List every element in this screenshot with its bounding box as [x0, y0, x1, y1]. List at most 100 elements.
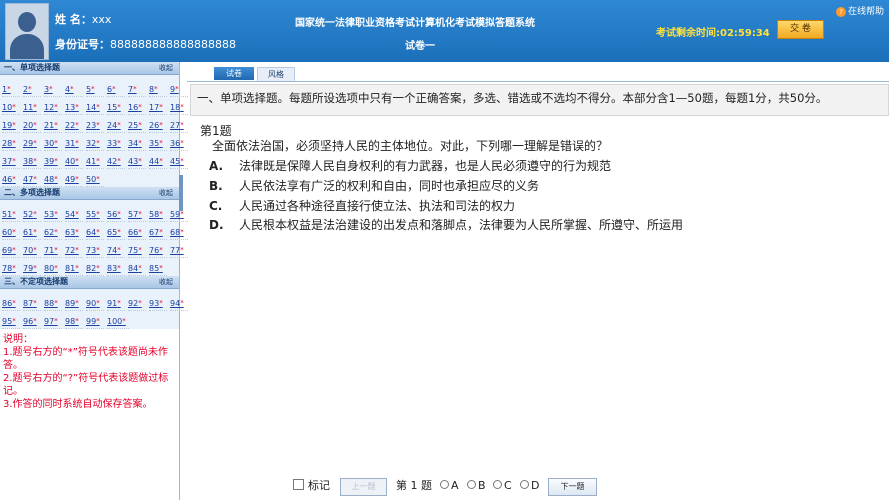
section-title: 二、多项选择题: [4, 188, 60, 197]
question-link[interactable]: 50*: [86, 173, 104, 187]
checkbox-icon: [293, 479, 304, 490]
unanswered-marker: *: [180, 299, 184, 307]
question-number-link: 97: [44, 317, 55, 326]
prev-question-button[interactable]: 上一题: [340, 478, 387, 496]
question-number-link: 66: [128, 228, 139, 237]
unanswered-marker: *: [96, 157, 100, 165]
question-link[interactable]: 94*: [170, 297, 188, 311]
option-c[interactable]: C. 人民通过各种途径直接行使立法、执法和司法的权力: [209, 197, 515, 214]
tab-style[interactable]: 风格: [257, 67, 295, 81]
choice-label: D: [531, 479, 540, 492]
question-link[interactable]: 99*: [86, 315, 104, 329]
help-link[interactable]: ? 在线帮助: [836, 4, 884, 17]
unanswered-marker: *: [33, 121, 37, 129]
choice-radio-b[interactable]: B: [467, 477, 486, 495]
question-link[interactable]: 49*: [65, 173, 83, 187]
choice-radio-a[interactable]: A: [440, 477, 459, 495]
mark-checkbox[interactable]: 标记: [293, 477, 330, 495]
question-link[interactable]: 44*: [149, 155, 167, 169]
question-link[interactable]: 98*: [65, 315, 83, 329]
unanswered-marker: *: [159, 103, 163, 111]
question-grid: 86* 87* 88* 89* 90* 91* 92* 93* 94* 95* 96* 97* 98* 9…: [0, 289, 188, 329]
question-link[interactable]: 96*: [23, 315, 41, 329]
unanswered-marker: *: [180, 157, 184, 165]
unanswered-marker: *: [33, 157, 37, 165]
question-number-link: 21: [44, 121, 55, 130]
question-link[interactable]: 46*: [2, 173, 20, 187]
question-link[interactable]: 42*: [107, 155, 125, 169]
unanswered-marker: *: [12, 175, 16, 183]
question-link[interactable]: 43*: [128, 155, 146, 169]
unanswered-marker: *: [12, 103, 16, 111]
section-header: 三、不定项选择题 收起: [0, 276, 179, 289]
unanswered-marker: *: [117, 139, 121, 147]
unanswered-marker: *: [12, 210, 16, 218]
question-number-link: 48: [44, 175, 55, 184]
question-link[interactable]: 97*: [44, 315, 62, 329]
option-d[interactable]: D. 人民根本权益是法治建设的出发点和落脚点，法律要为人民所掌握、所遵守、所运用: [209, 216, 683, 233]
question-link[interactable]: 80*: [44, 262, 62, 276]
note-line: 1.题号右方的“*”符号代表该题尚未作答。: [3, 347, 168, 371]
choice-radio-d[interactable]: D: [520, 477, 539, 495]
next-question-button[interactable]: 下一题: [548, 478, 597, 496]
question-link[interactable]: 48*: [44, 173, 62, 187]
unanswered-marker: *: [159, 228, 163, 236]
unanswered-marker: *: [75, 210, 79, 218]
unanswered-marker: *: [180, 246, 184, 254]
choice-radio-c[interactable]: C: [493, 477, 512, 495]
question-link[interactable]: 84*: [128, 262, 146, 276]
question-stem: 全面依法治国，必须坚持人民的主体地位。对此，下列哪一理解是错误的？: [212, 139, 609, 153]
question-link[interactable]: 83*: [107, 262, 125, 276]
question-link[interactable]: 100*: [107, 315, 129, 329]
note-line: 3.作答的同时系统自动保存答案。: [3, 399, 153, 410]
question-link[interactable]: 79*: [23, 262, 41, 276]
unanswered-marker: *: [75, 103, 79, 111]
question-number-link: 53: [44, 210, 55, 219]
option-a[interactable]: A. 法律既是保障人民自身权利的有力武器，也是人民必须遵守的行为规范: [209, 157, 611, 174]
unanswered-marker: *: [96, 317, 100, 325]
question-link[interactable]: 78*: [2, 262, 20, 276]
question-number-link: 41: [86, 157, 97, 166]
question-link[interactable]: 47*: [23, 173, 41, 187]
timer-value: 02:59:34: [720, 28, 770, 39]
option-b[interactable]: B. 人民依法享有广泛的权利和自由，同时也承担应尽的义务: [209, 177, 539, 194]
submit-exam-button[interactable]: 交 卷: [777, 20, 824, 39]
question-number-link: 76: [149, 246, 160, 255]
unanswered-marker: *: [12, 139, 16, 147]
question-number-link: 39: [44, 157, 55, 166]
system-title: 国家统一法律职业资格考试计算机化考试模拟答题系统: [295, 18, 535, 29]
question-number-link: 63: [65, 228, 76, 237]
question-number-link: 78: [2, 264, 13, 273]
collapse-toggle[interactable]: 收起: [159, 187, 173, 199]
question-link[interactable]: 81*: [65, 262, 83, 276]
question-link[interactable]: 85*: [149, 262, 167, 276]
unanswered-marker: *: [96, 228, 100, 236]
tab-paper[interactable]: 试卷: [214, 67, 254, 80]
question-link[interactable]: 77*: [170, 244, 188, 258]
radio-icon: [493, 480, 502, 489]
question-number-link: 15: [107, 103, 118, 112]
question-number-link: 10: [2, 103, 13, 112]
unanswered-marker: *: [159, 157, 163, 165]
unanswered-marker: *: [96, 210, 100, 218]
question-number-link: 61: [23, 228, 34, 237]
collapse-toggle[interactable]: 收起: [159, 276, 173, 288]
unanswered-marker: *: [180, 121, 184, 129]
avatar: [5, 3, 49, 60]
sidebar-toggle-handle[interactable]: [179, 175, 183, 211]
collapse-toggle[interactable]: 收起: [159, 62, 173, 74]
unanswered-marker: *: [75, 246, 79, 254]
question-number-link: 77: [170, 246, 181, 255]
unanswered-marker: *: [138, 210, 142, 218]
question-grid: 1* 2* 3* 4* 5* 6* 7* 8* 9* 10* 11* 12* 13* 14* 15* 16* 1…: [0, 75, 188, 187]
question-link[interactable]: 45*: [170, 155, 188, 169]
question-link[interactable]: 95*: [2, 315, 20, 329]
question-number-link: 23: [86, 121, 97, 130]
unanswered-marker: *: [54, 121, 58, 129]
question-link[interactable]: 93*: [149, 297, 167, 311]
question-number-link: 49: [65, 175, 76, 184]
help-icon: ?: [836, 7, 846, 17]
unanswered-marker: *: [180, 103, 184, 111]
question-link[interactable]: 82*: [86, 262, 104, 276]
unanswered-marker: *: [154, 85, 158, 93]
